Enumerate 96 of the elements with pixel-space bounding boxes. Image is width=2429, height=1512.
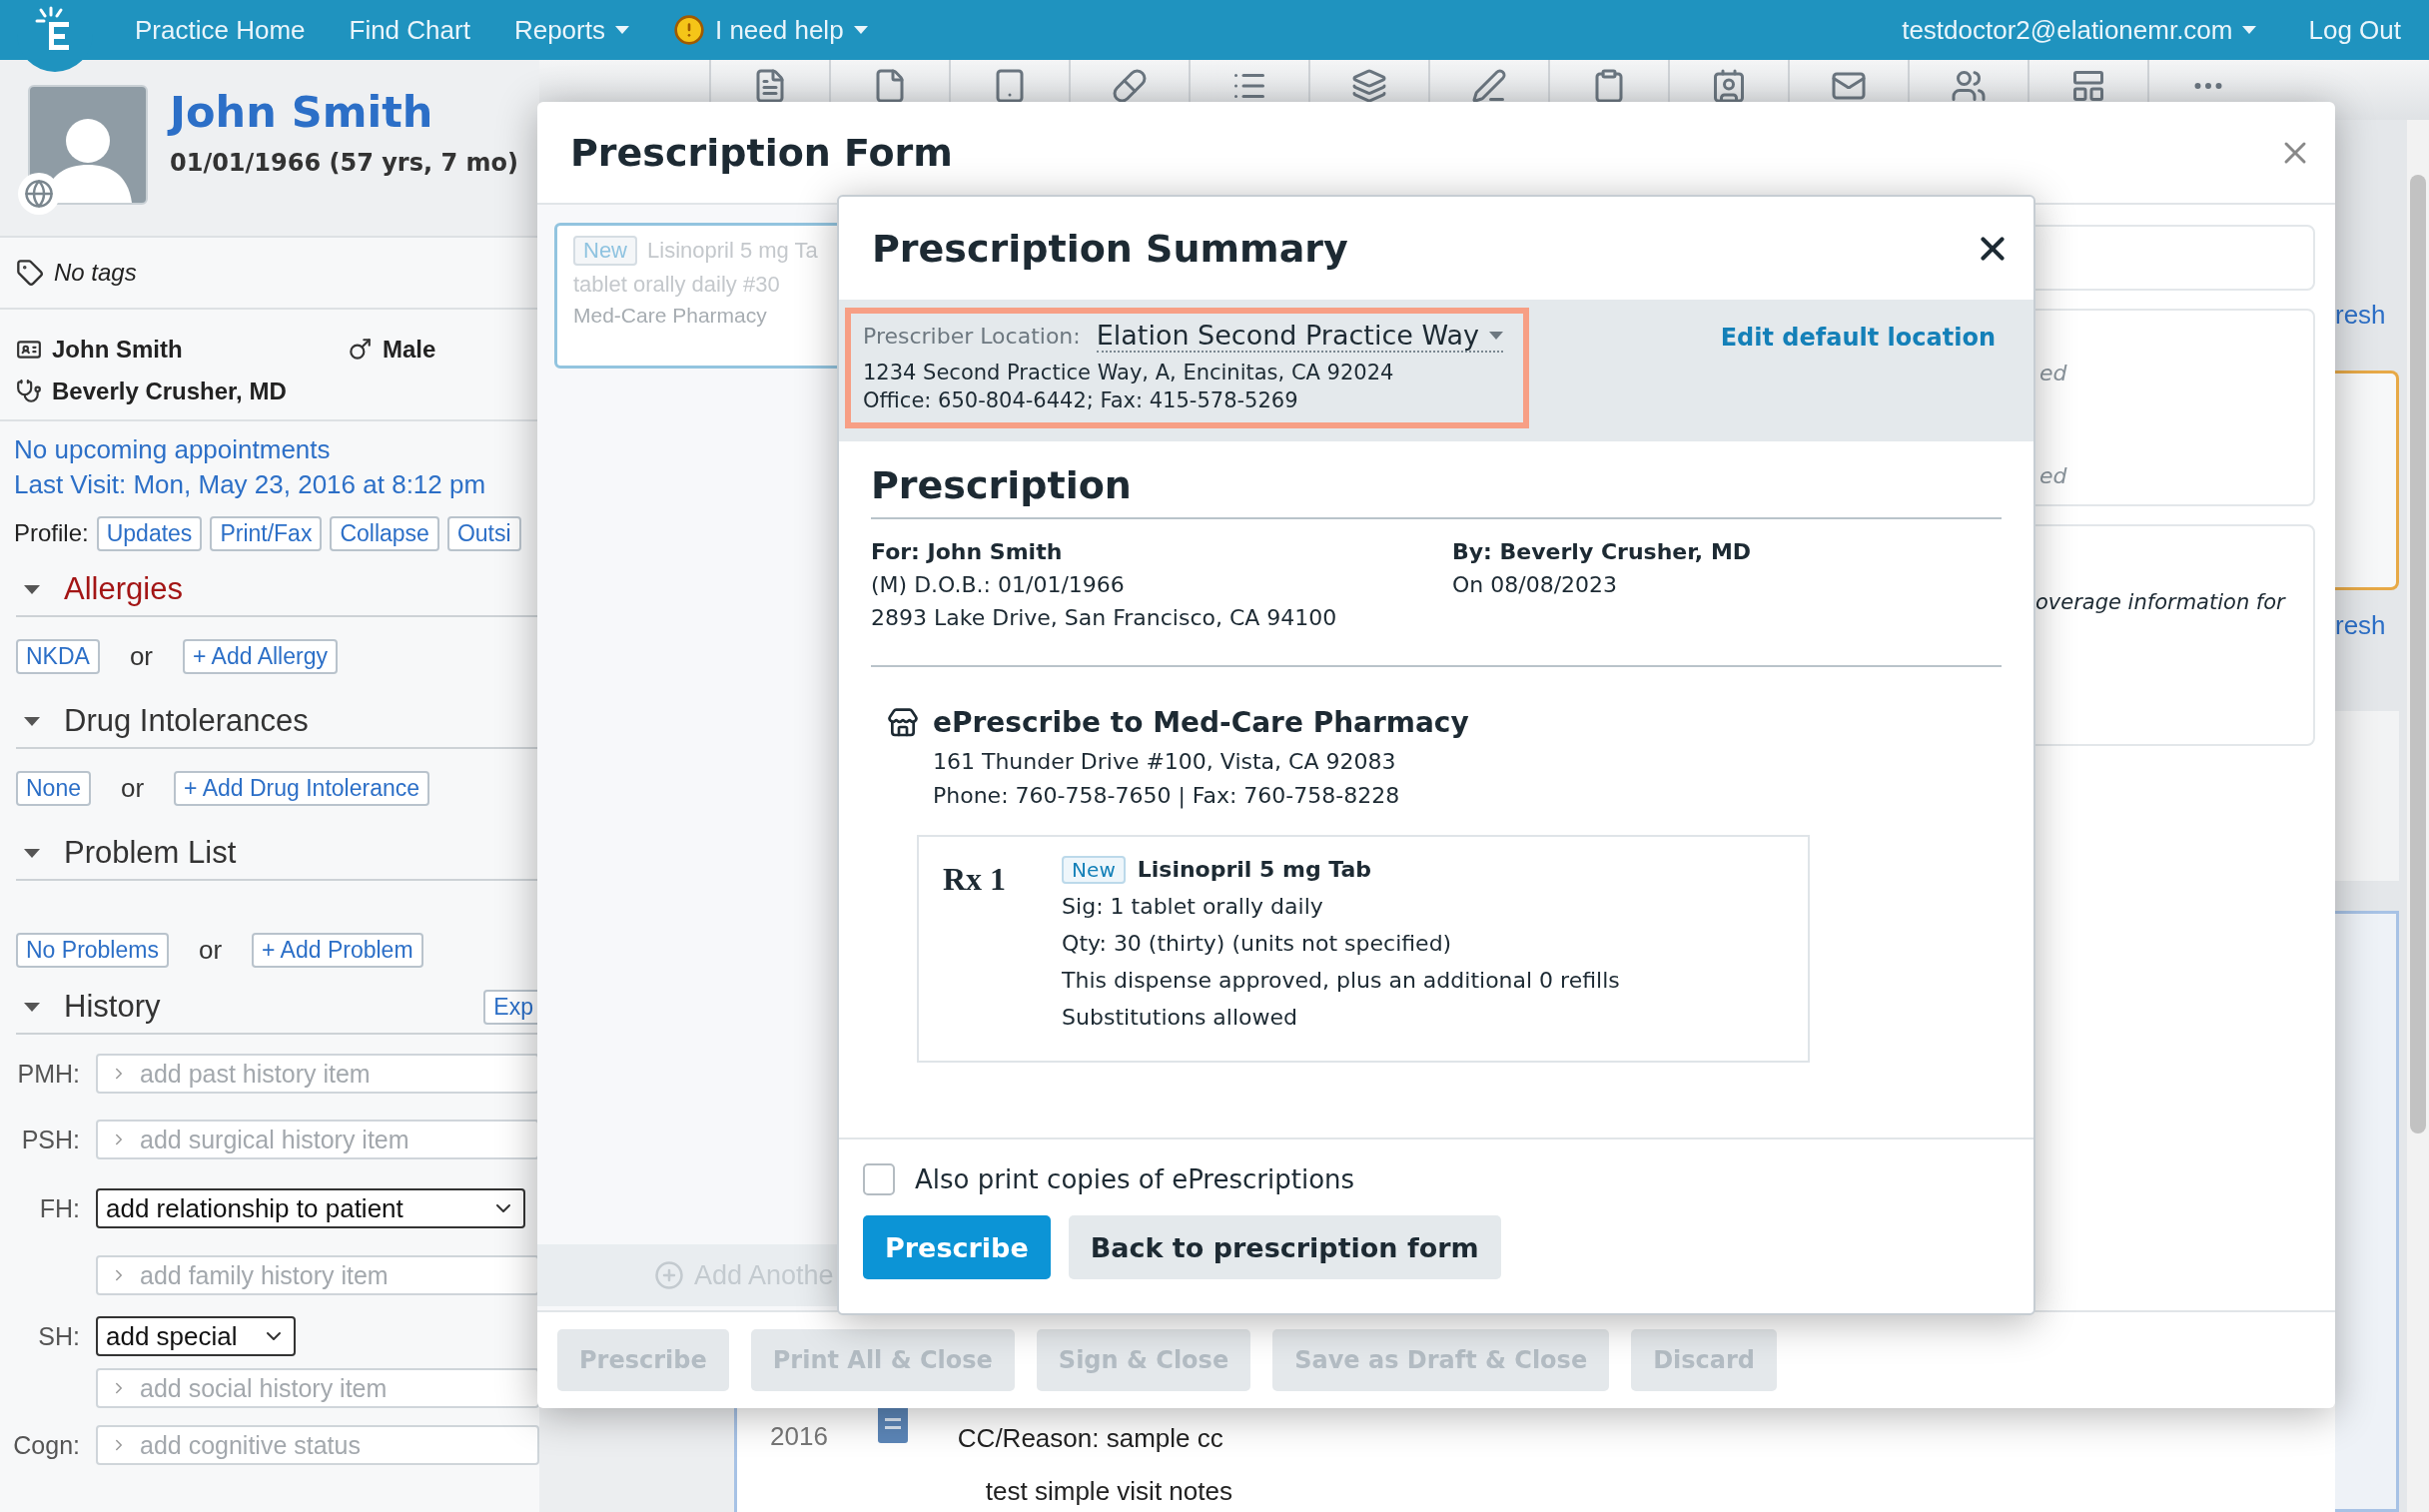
edit-location-link[interactable]: Edit default location bbox=[1720, 324, 1996, 352]
section-title: History bbox=[64, 989, 162, 1025]
status-button[interactable]: No Problems bbox=[16, 932, 169, 968]
visit-reason: CC/Reason: sample cc bbox=[957, 1423, 1224, 1454]
layers-icon[interactable] bbox=[1351, 68, 1387, 104]
visit-note: test simple visit notes bbox=[985, 1476, 1232, 1507]
pharmacy-phone: Phone: 760-758-7650 | Fax: 760-758-8228 bbox=[933, 782, 1401, 811]
profile-label: Profile: bbox=[14, 519, 89, 547]
section-title: Allergies bbox=[64, 571, 184, 607]
pen-icon[interactable] bbox=[1471, 68, 1507, 104]
section-heading: Prescription bbox=[871, 463, 1133, 507]
pharmacy-address: 161 Thunder Drive #100, Vista, CA 92083 bbox=[933, 748, 1397, 776]
drug-name: Lisinopril 5 mg Ta bbox=[647, 238, 818, 264]
location-phones: Office: 650-804-6442; Fax: 415-578-5269 bbox=[863, 387, 1299, 414]
patient-info: 2893 Lake Drive, San Francisco, CA 94100 bbox=[871, 604, 1338, 632]
drug-sig: tablet orally daily #30 bbox=[573, 272, 781, 298]
history-label: PMH: bbox=[16, 1059, 80, 1089]
caret-icon[interactable] bbox=[24, 716, 40, 726]
history-label: SH: bbox=[37, 1321, 80, 1351]
rx-label: Rx 1 bbox=[943, 861, 1007, 899]
note-text: ed bbox=[2039, 361, 2068, 385]
pharmacy-title: ePrescribe to Med-Care Pharmacy bbox=[933, 705, 1469, 741]
patient-display-name: John Smith bbox=[52, 336, 184, 364]
nav-link[interactable]: Reports bbox=[513, 14, 629, 46]
patient-dob: 01/01/1966 (57 yrs, 7 mo) bbox=[170, 149, 518, 177]
history-label: PSH: bbox=[20, 1125, 80, 1154]
users-icon[interactable] bbox=[1951, 68, 1987, 104]
history-label: Cogn: bbox=[12, 1430, 80, 1460]
layout-icon[interactable] bbox=[2070, 68, 2106, 104]
pill-icon[interactable] bbox=[1112, 68, 1148, 104]
tag-icon bbox=[16, 259, 44, 287]
or-label: or bbox=[121, 772, 145, 804]
profile-button[interactable]: Collapse bbox=[330, 515, 439, 551]
last-visit-link[interactable]: Last Visit: Mon, May 23, 2016 at 8:12 pm bbox=[14, 468, 486, 500]
history-select[interactable]: add relationship to patient bbox=[96, 1188, 525, 1228]
caret-icon[interactable] bbox=[24, 584, 40, 594]
rx-detail: This dispense approved, plus an additional 0 refills bbox=[1062, 967, 1620, 995]
patient-info: For: John Smith bbox=[871, 538, 1064, 566]
prescriber-info: On 08/08/2023 bbox=[1452, 571, 1619, 599]
or-label: or bbox=[198, 934, 223, 966]
nav-link[interactable]: Practice Home bbox=[135, 14, 306, 46]
provider-name: Beverly Crusher, MD bbox=[52, 378, 287, 405]
caret-icon[interactable] bbox=[24, 848, 40, 858]
new-badge: New bbox=[1062, 856, 1126, 884]
add-button[interactable]: + Add Allergy bbox=[183, 638, 338, 674]
nav-link[interactable]: Find Chart bbox=[349, 14, 470, 46]
checkbox[interactable] bbox=[863, 1163, 895, 1195]
globe-icon bbox=[24, 179, 54, 209]
section-title: Drug Intolerances bbox=[64, 703, 310, 739]
nav-link[interactable]: I need help bbox=[672, 14, 868, 46]
contact-card-icon[interactable] bbox=[1711, 68, 1747, 104]
location-dropdown[interactable]: Elation Second Practice Way bbox=[1096, 320, 1503, 353]
patient-info: (M) D.O.B.: 01/01/1966 bbox=[871, 571, 1126, 599]
profile-button[interactable]: Outsi bbox=[446, 515, 521, 551]
stethoscope-icon bbox=[16, 378, 42, 404]
rx-detail: Sig: 1 tablet orally daily bbox=[1062, 893, 1324, 921]
timeline-year: 2016 bbox=[770, 1421, 828, 1453]
account-menu[interactable]: testdoctor2@elationemr.com bbox=[1902, 14, 2257, 46]
refresh-link[interactable]: resh bbox=[2335, 610, 2407, 641]
history-input[interactable]: add past history item bbox=[96, 1054, 539, 1094]
history-select[interactable]: add special bbox=[96, 1316, 296, 1356]
tags-label: No tags bbox=[54, 259, 137, 287]
add-button[interactable]: + Add Problem bbox=[252, 932, 423, 968]
drug-name: Lisinopril 5 mg Tab bbox=[1137, 856, 1372, 884]
back-button[interactable]: Back to prescription form bbox=[1068, 1215, 1501, 1279]
profile-button[interactable]: Print/Fax bbox=[210, 515, 323, 551]
status-button[interactable]: None bbox=[16, 770, 91, 806]
history-input[interactable]: add family history item bbox=[96, 1255, 539, 1295]
pharmacy-name: Med-Care Pharmacy bbox=[573, 304, 768, 328]
profile-button[interactable]: Updates bbox=[96, 515, 203, 551]
or-label: or bbox=[129, 640, 154, 672]
logout-link[interactable]: Log Out bbox=[2308, 14, 2401, 46]
history-input[interactable]: add cognitive status bbox=[96, 1425, 539, 1465]
coverage-text: overage information for bbox=[2035, 590, 2287, 614]
store-icon bbox=[887, 707, 919, 739]
add-button[interactable]: + Add Drug Intolerance bbox=[174, 770, 430, 806]
scrollbar-thumb[interactable] bbox=[2410, 175, 2426, 1134]
history-input[interactable]: add surgical history item bbox=[96, 1120, 539, 1159]
section-title: Problem List bbox=[64, 835, 238, 871]
history-input[interactable]: add social history item bbox=[96, 1368, 539, 1408]
history-label: FH: bbox=[38, 1193, 80, 1223]
caret-icon[interactable] bbox=[24, 1002, 40, 1012]
prescribe-button[interactable]: Prescribe bbox=[863, 1215, 1051, 1279]
plus-circle-icon bbox=[654, 1260, 684, 1290]
new-badge: New bbox=[573, 236, 637, 266]
prescriber-info: By: Beverly Crusher, MD bbox=[1452, 538, 1753, 566]
rx-detail: Substitutions allowed bbox=[1062, 1004, 1298, 1032]
checkbox-label: Also print copies of ePrescriptions bbox=[915, 1164, 1355, 1194]
dialog-title: Prescription Form bbox=[570, 130, 953, 175]
note-text: ed bbox=[2039, 463, 2068, 488]
refresh-link[interactable]: resh bbox=[2335, 300, 2407, 331]
appointments-link[interactable]: No upcoming appointments bbox=[14, 434, 331, 465]
rx-detail: Qty: 30 (thirty) (units not specified) bbox=[1062, 930, 1453, 958]
male-icon bbox=[347, 337, 373, 363]
status-button[interactable]: NKDA bbox=[16, 638, 100, 674]
sex-label: Male bbox=[383, 336, 436, 364]
